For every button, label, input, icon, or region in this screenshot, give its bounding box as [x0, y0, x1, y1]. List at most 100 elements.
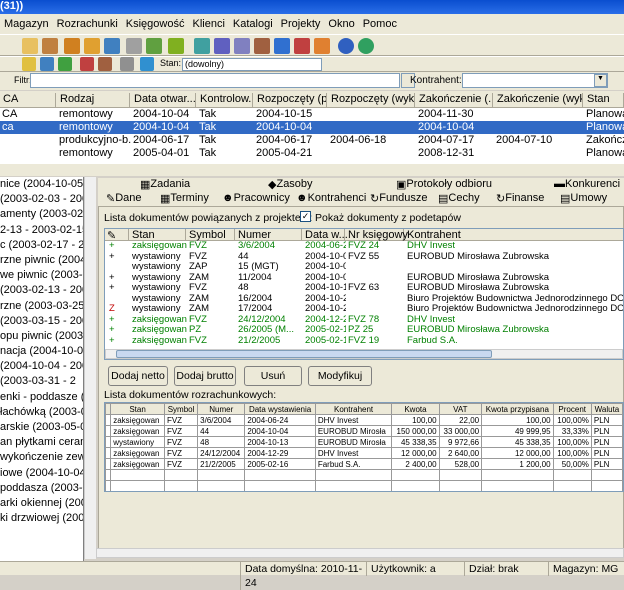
menu-klienci[interactable]: Klienci [188, 18, 228, 30]
document-row[interactable]: + zaksięgowanPZ 26/2005 (M... 2005-02-11PZ … [105, 325, 623, 336]
tool-icon[interactable] [314, 38, 330, 54]
settle-col[interactable]: Data wystawienia [244, 403, 316, 415]
tab-zadania[interactable]: ▦ Zadania [140, 178, 190, 191]
tree-item[interactable]: amenty (2003-02-1 [0, 207, 83, 222]
expand-icon[interactable]: + [109, 252, 127, 263]
tab-zasoby[interactable]: ◆ Zasoby [268, 178, 313, 191]
col-data-otwarcia[interactable]: Data otwar... [131, 93, 196, 107]
box-icon[interactable] [42, 38, 58, 54]
document-row[interactable]: wystawiony ZAP 15 (MGT) 2004-10-04 [105, 262, 623, 273]
tab-konkurenci[interactable]: ▬ Konkurenci [554, 178, 620, 190]
expand-icon[interactable]: + [109, 241, 127, 252]
col-zakonczenie-wyk[interactable]: Zakończenie (wyk... [494, 93, 583, 107]
col-stan[interactable]: Stan [584, 93, 624, 107]
col-kontrolowany[interactable]: Kontrolow... [197, 93, 253, 107]
settle-row[interactable]: zaksięgowan FVZ 44 2004-10-04 EUROBUD Mirosł… [105, 425, 623, 437]
book-icon[interactable] [146, 38, 162, 54]
tree-item[interactable]: c (2003-02-17 - 20 [0, 238, 83, 253]
filter-icon[interactable] [120, 57, 134, 71]
tree-item[interactable]: (2004-10-04 - 200 [0, 359, 83, 374]
tree-item[interactable]: poddasza (2003-05 [0, 481, 83, 496]
tab-fundusze[interactable]: ↻ Fundusze [370, 192, 428, 205]
tree-item[interactable]: we piwnic (2003-02 [0, 268, 83, 283]
doc-icon[interactable] [22, 38, 38, 54]
document-row[interactable]: + wystawiony FVZ 44 2004-10-04FVZ 55 EUROBUD … [105, 252, 623, 263]
col-nr-ksiegowy[interactable]: Nr księgowy [346, 229, 408, 241]
tree-item[interactable]: nice (2004-10-05 - [0, 177, 83, 192]
refresh-icon[interactable] [58, 57, 72, 71]
tab-cechy[interactable]: ▤ Cechy [438, 192, 480, 205]
settle-col[interactable]: Stan [110, 403, 165, 415]
binder-icon[interactable] [254, 38, 270, 54]
tree-item[interactable]: 2-13 - 2003-02-15 [0, 223, 83, 238]
settle-row[interactable]: wystawiony FVZ 48 2004-10-13 EUROBUD Mirosła… [105, 436, 623, 448]
help-icon[interactable] [338, 38, 354, 54]
menu-pomoc[interactable]: Pomoc [359, 18, 401, 30]
print-icon[interactable] [126, 38, 142, 54]
settle-row[interactable]: zaksięgowan FVZ 3/6/2004 2004-06-24 DHV Inve… [105, 414, 623, 426]
panel-scrollbar[interactable] [96, 548, 624, 558]
modify-button[interactable]: Modyfikuj [308, 366, 372, 386]
document-row[interactable]: + zaksięgowanFVZ 3/6/2004 2004-06-24FVZ 24 D… [105, 241, 623, 252]
users-icon[interactable] [64, 38, 80, 54]
contact-icon[interactable] [104, 38, 120, 54]
tree-item[interactable]: rzne piwnic (2004-1 [0, 253, 83, 268]
kontrahent-select[interactable] [462, 73, 608, 88]
funnel-icon[interactable] [194, 38, 210, 54]
col-numer[interactable]: Numer [236, 229, 302, 241]
menu-rozrachunki[interactable]: Rozrachunki [53, 18, 122, 30]
report-icon[interactable] [80, 57, 94, 71]
settle-col[interactable]: Numer [197, 403, 246, 415]
tree-item[interactable]: wykończenie zewn. [0, 450, 83, 465]
col-stan[interactable]: Stan [130, 229, 186, 241]
settle-col[interactable]: Kontrahent [314, 403, 393, 415]
delete-button[interactable]: Usuń [244, 366, 302, 386]
globe-icon[interactable] [358, 38, 374, 54]
tree-item[interactable]: iowe (2004-10-04 [0, 466, 83, 481]
tree-item[interactable]: (2003-02-03 - 200 [0, 192, 83, 207]
stan-select[interactable]: (dowolny) [182, 58, 322, 71]
tree-item[interactable]: arskie (2003-05-00 [0, 420, 83, 435]
document-row[interactable]: + zaksięgowanFVZ 21/2/2005 2005-02-16FVZ 19… [105, 336, 623, 347]
menu-katalogi[interactable]: Katalogi [229, 18, 277, 30]
tab-umowy[interactable]: ▤ Umowy [560, 192, 607, 205]
chevron-down-icon[interactable]: ▼ [594, 74, 607, 87]
user-icon[interactable] [84, 38, 100, 54]
docs-subtasks-checkbox[interactable]: ✓ [300, 211, 311, 222]
settle-row[interactable]: zaksięgowan FVZ 21/2/2005 2005-02-16 Farbud … [105, 458, 623, 470]
tree-item[interactable]: opu piwnic (2003-0 [0, 329, 83, 344]
document-row[interactable]: Zwystawiony ZAM 17/2004 2004-10-22 Biuro Pro… [105, 304, 623, 315]
settle-col[interactable]: Kwota [391, 403, 440, 415]
expand-icon[interactable]: + [109, 283, 127, 294]
tree-item[interactable]: nacja (2004-10-05 [0, 344, 83, 359]
expand-icon[interactable]: + [109, 325, 127, 336]
tree-scrollbar[interactable] [84, 177, 96, 559]
document-row[interactable]: wystawiony ZAM 16/2004 2004-10-22 Biuro Proj… [105, 294, 623, 305]
tree-item[interactable]: (2003-03-31 - 2 [0, 374, 83, 389]
network-icon[interactable] [274, 38, 290, 54]
puzzle-icon[interactable] [214, 38, 230, 54]
tree-item[interactable]: rzne (2003-03-25 - [0, 299, 83, 314]
projects-scrollbar[interactable] [0, 164, 624, 176]
menu-projekty[interactable]: Projekty [277, 18, 325, 30]
col-name[interactable]: CA [0, 93, 56, 107]
document-row[interactable]: + wystawiony FVZ 48 2004-10-13FVZ 63 EUROBUD … [105, 283, 623, 294]
tree-item[interactable]: an płytkami ceram. [0, 435, 83, 450]
col-rozpoczety-plan[interactable]: Rozpoczęty (pl... [254, 93, 327, 107]
col-rozpoczety-wyk[interactable]: Rozpoczęty (wyk... [328, 93, 415, 107]
project-row[interactable]: produkcyjno-b... 2004-06-17 Tak 2004-06-17 2… [0, 134, 624, 147]
settle-col[interactable]: VAT [438, 403, 483, 415]
tree-item[interactable]: (2003-03-15 - 2003 [0, 314, 83, 329]
project-row[interactable]: ca remontowy 2004-10-04 Tak 2004-10-04 2004-1… [0, 121, 624, 134]
tab-kontrahenci[interactable]: ☻ Kontrahenci [296, 192, 366, 204]
col-symbol[interactable]: Symbol [187, 229, 235, 241]
tab-pracownicy[interactable]: ☻ Pracownicy [222, 192, 290, 204]
add-gross-button[interactable]: Dodaj brutto [174, 366, 236, 386]
document-row[interactable]: + wystawiony ZAM 11/2004 2004-10-05 EUROBUD M… [105, 273, 623, 284]
expand-icon[interactable]: + [109, 273, 127, 284]
copy-icon[interactable] [40, 57, 54, 71]
settle-row[interactable]: zaksięgowan FVZ 24/12/2004 2004-12-29 DHV In… [105, 447, 623, 459]
chart-icon[interactable] [140, 57, 154, 71]
tab-protokoly[interactable]: ▣ Protokoły odbioru [396, 178, 492, 191]
col-kontrahent[interactable]: Kontrahent [405, 229, 623, 241]
